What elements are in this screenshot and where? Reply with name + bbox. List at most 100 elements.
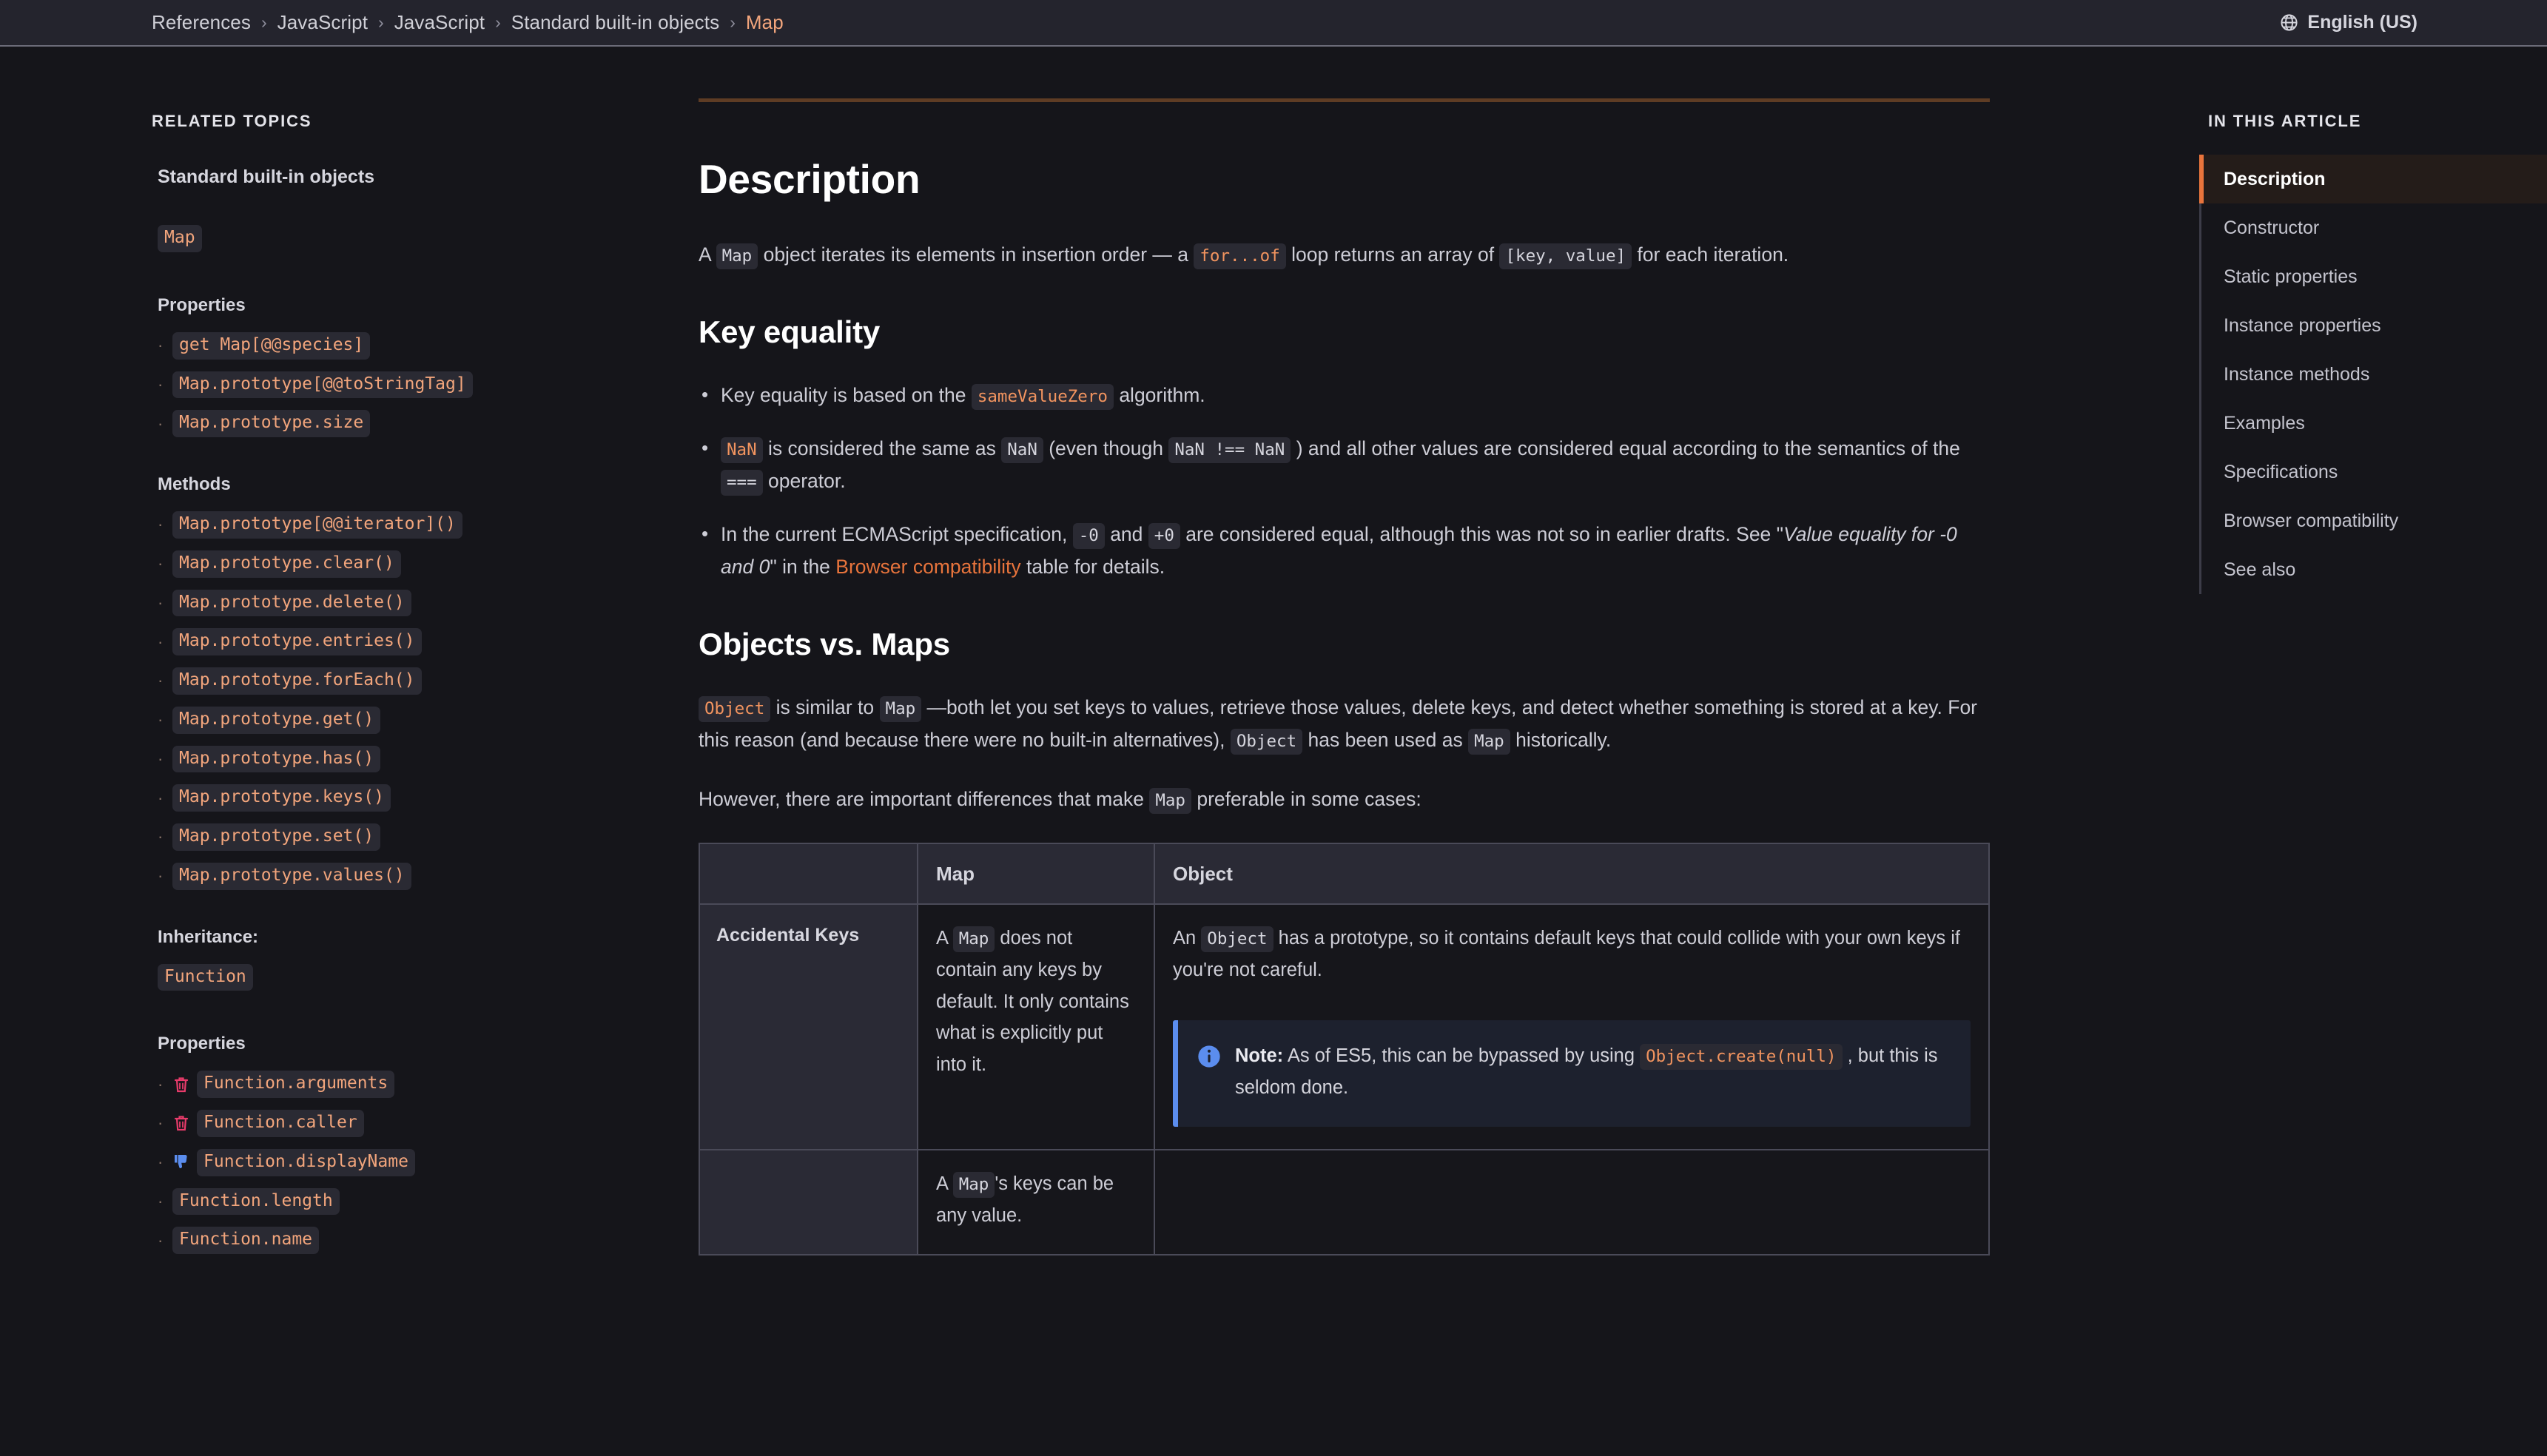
bullet-icon: · [158,1191,164,1210]
sidebar-item-label[interactable]: Map.prototype[@@iterator]() [172,511,462,539]
toc-item-specifications[interactable]: Specifications [2201,448,2547,496]
sidebar-list-item[interactable]: · Function.displayName [152,1148,688,1176]
sidebar-current-page-pill[interactable]: Map [158,225,202,252]
table-col-empty [699,842,918,905]
sidebar-list-item[interactable]: · Map.prototype.values() [152,862,688,890]
sidebar-inheritance-item[interactable]: Function [158,963,688,991]
toc-item-static-properties[interactable]: Static properties [2201,252,2547,301]
intro-text-d: for each iteration. [1632,243,1789,266]
sidebar-list-item[interactable]: · Map.prototype.forEach() [152,667,688,695]
toc-item-description[interactable]: Description [2199,155,2547,203]
cell-object-accidental-keys: An Object has a prototype, so it contain… [1154,903,1990,1151]
bullet-icon: · [158,788,164,807]
toc-item-examples[interactable]: Examples [2201,399,2547,448]
ovm2-text-b: preferable in some cases: [1191,787,1421,810]
breadcrumb-item-standard-built-in-objects[interactable]: Standard built-in objects [511,11,719,34]
bullet-icon: · [158,414,164,433]
sidebar-item-label[interactable]: Function.displayName [197,1148,415,1176]
breadcrumb-separator: › [378,13,384,32]
breadcrumb-separator: › [730,13,736,32]
top-header-bar: References › JavaScript › JavaScript › Standar… [0,0,2547,47]
sidebar-list-item[interactable]: · Map.prototype.clear() [152,550,688,578]
toc-item-instance-methods[interactable]: Instance methods [2201,350,2547,399]
sidebar-list-item[interactable]: · get Map[@@species] [152,331,688,360]
sidebar-item-label[interactable]: Function.length [172,1187,340,1216]
deprecated-trash-icon [172,1113,197,1133]
code-nan-neq-nan: NaN !== NaN [1168,437,1291,463]
sidebar-list-item[interactable]: · Map.prototype.size [152,410,688,437]
ovm2-text-a: However, there are important differences… [699,787,1150,810]
code-map-cell-2: Map [952,1172,995,1199]
code-pos-zero: +0 [1148,522,1180,549]
sidebar-list-item[interactable]: · Map.prototype.entries() [152,628,688,655]
ovm-text-d: historically. [1510,728,1612,751]
sidebar-list-item[interactable]: · Map.prototype.has() [152,745,688,773]
toc-item-instance-properties[interactable]: Instance properties [2201,301,2547,350]
sidebar-item-label[interactable]: Function.arguments [197,1071,395,1098]
intro-paragraph: A Map object iterates its elements in in… [699,239,1990,272]
sidebar-kicker: RELATED TOPICS [152,112,312,130]
bullet-icon: · [158,1113,164,1133]
cell-object-key-types [1154,1149,1990,1256]
language-label: English (US) [2307,12,2418,33]
sidebar-item-label[interactable]: Map.prototype.clear() [172,550,401,578]
code-map-4: Map [1149,787,1191,814]
sidebar-list-item[interactable]: · Function.name [152,1227,688,1254]
sidebar-item-label[interactable]: Map.prototype.values() [172,862,411,890]
sidebar-item-label[interactable]: Map.prototype.set() [172,823,381,851]
list-item: NaN is considered the same as NaN (even … [699,432,1990,498]
sidebar-list-item[interactable]: · Map.prototype.keys() [152,784,688,812]
note-text-a: As of ES5, this can be bypassed by using [1283,1045,1641,1066]
sidebar-current-page[interactable]: Map [158,225,688,252]
bullet-icon: · [158,710,164,729]
language-picker[interactable]: English (US) [2279,12,2418,33]
sidebar-item-label[interactable]: Function.caller [197,1110,364,1137]
sidebar-list-item[interactable]: · Map.prototype.set() [152,823,688,851]
row-label-accidental-keys: Accidental Keys [699,903,918,1151]
deprecated-trash-icon [172,1075,197,1094]
breadcrumb-separator: › [495,13,501,32]
intro-text-a: A [699,243,716,266]
sidebar-item-label[interactable]: Map.prototype[@@toStringTag] [172,371,473,399]
code-nan-2: NaN [1001,437,1043,463]
breadcrumb-separator: › [260,13,267,32]
sidebar-item-label[interactable]: Function.name [172,1227,320,1254]
sidebar-list-item[interactable]: · Function.arguments [152,1071,688,1098]
ke2-text-d: operator. [762,469,846,492]
key-equality-list: Key equality is based on the sameValueZe… [699,379,1990,584]
sidebar-fn-properties-title: Properties [158,1034,246,1054]
sidebar-item-label[interactable]: get Map[@@species] [172,331,371,360]
breadcrumb-item-references[interactable]: References [152,11,251,34]
toc-item-see-also[interactable]: See also [2201,545,2547,594]
code-forof: for...of [1194,243,1286,269]
sidebar-item-label[interactable]: Map.prototype.delete() [172,589,411,617]
ke3-text-c: are considered equal, although this was … [1180,522,1784,545]
note-callout: Note: As of ES5, this can be bypassed by… [1173,1019,1971,1128]
sidebar-list-item[interactable]: · Map.prototype[@@toStringTag] [152,371,688,399]
sidebar-item-label[interactable]: Map.prototype.get() [172,706,381,734]
sidebar-inheritance-pill[interactable]: Function [158,963,253,991]
sidebar-list-item[interactable]: · Map.prototype.get() [152,706,688,734]
bullet-icon: · [158,749,164,768]
sidebar-list-item[interactable]: · Function.length [152,1187,688,1216]
sidebar-item-label[interactable]: Map.prototype.keys() [172,784,391,812]
sidebar-list-item[interactable]: · Map.prototype[@@iterator]() [152,511,688,539]
sidebar-item-label[interactable]: Map.prototype.entries() [172,628,422,655]
toc-item-constructor[interactable]: Constructor [2201,203,2547,252]
sidebar-list-item[interactable]: · Map.prototype.delete() [152,589,688,617]
breadcrumb-item-javascript[interactable]: JavaScript [277,11,368,34]
breadcrumb-item-javascript[interactable]: JavaScript [394,11,485,34]
bullet-icon: · [158,1153,164,1172]
ke1-text-b: algorithm. [1113,383,1205,406]
code-samevaluezero: sameValueZero [971,383,1114,410]
browser-compatibility-link[interactable]: Browser compatibility [835,556,1020,578]
sidebar-item-label[interactable]: Map.prototype.has() [172,745,381,773]
sidebar-item-label[interactable]: Map.prototype.size [172,410,371,437]
table-header-row: Map Object [699,842,1990,905]
toc-item-browser-compatibility[interactable]: Browser compatibility [2201,496,2547,545]
bullet-icon: · [158,374,164,394]
row-label-key-types [699,1149,918,1256]
sidebar-list-item[interactable]: · Function.caller [152,1110,688,1137]
sidebar-item-label[interactable]: Map.prototype.forEach() [172,667,422,695]
note-text: Note: As of ES5, this can be bypassed by… [1235,1040,1948,1105]
